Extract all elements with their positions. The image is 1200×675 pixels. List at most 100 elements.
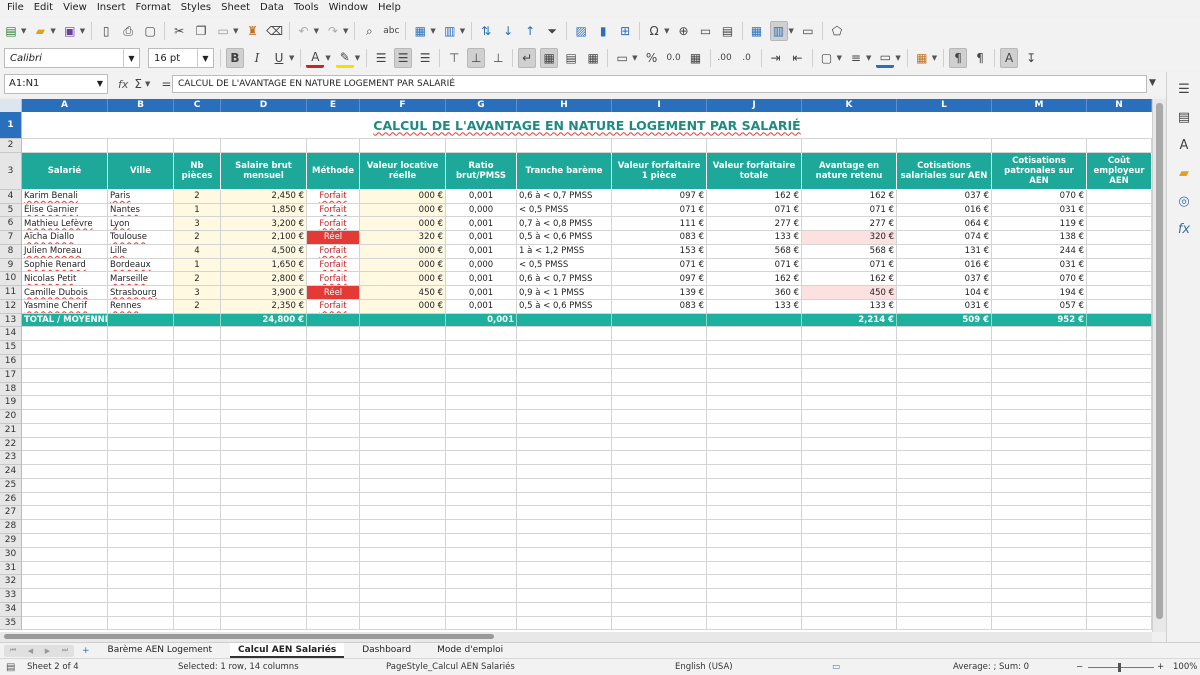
- cell[interactable]: [360, 478, 446, 493]
- cut-icon[interactable]: ✂: [170, 21, 188, 41]
- cell[interactable]: [612, 506, 707, 521]
- table-cell-vtot[interactable]: 071 €: [707, 203, 802, 218]
- table-cell-cout[interactable]: [1087, 217, 1152, 232]
- sort-icon[interactable]: ⇅: [477, 21, 495, 41]
- cell[interactable]: [517, 478, 612, 493]
- cell[interactable]: [612, 602, 707, 617]
- sort-descending-icon[interactable]: ↑: [521, 21, 539, 41]
- cell[interactable]: [221, 410, 307, 424]
- paste-dropdown-icon[interactable]: ▼: [233, 27, 238, 35]
- table-cell-city[interactable]: Lille: [108, 244, 174, 259]
- row-header[interactable]: 35: [0, 616, 22, 631]
- cell[interactable]: [612, 589, 707, 603]
- cell[interactable]: [897, 465, 992, 479]
- cell[interactable]: [707, 327, 802, 342]
- table-cell-band[interactable]: < 0,5 PMSS: [517, 258, 612, 273]
- total-cell[interactable]: 509 €: [897, 313, 992, 328]
- cell[interactable]: [108, 561, 174, 576]
- cell[interactable]: [707, 547, 802, 562]
- cell[interactable]: [221, 547, 307, 562]
- table-cell-rooms[interactable]: 1: [174, 258, 221, 273]
- cell[interactable]: [992, 547, 1087, 562]
- cell[interactable]: [22, 534, 108, 548]
- cell[interactable]: [707, 451, 802, 466]
- menu-insert[interactable]: Insert: [92, 0, 131, 16]
- conditional-dropdown-icon[interactable]: ▼: [932, 54, 937, 62]
- column-title[interactable]: Valeur forfaitaire 1 pièce: [612, 152, 707, 190]
- cell[interactable]: [22, 368, 108, 383]
- row-header[interactable]: 34: [0, 602, 22, 617]
- cell[interactable]: [802, 355, 897, 369]
- cell[interactable]: [802, 616, 897, 631]
- special-character-dropdown-icon[interactable]: ▼: [664, 27, 669, 35]
- cell[interactable]: [1087, 506, 1152, 521]
- cell[interactable]: [802, 451, 897, 466]
- cell[interactable]: [174, 341, 221, 355]
- align-right-icon[interactable]: ☰: [416, 48, 434, 68]
- cell[interactable]: [992, 327, 1087, 342]
- pivot-table-icon[interactable]: ⊞: [616, 21, 634, 41]
- cell[interactable]: [707, 355, 802, 369]
- hyperlink-icon[interactable]: ⊕: [675, 21, 693, 41]
- define-print-area-icon[interactable]: ▦: [748, 21, 766, 41]
- cell[interactable]: [612, 478, 707, 493]
- vertical-scrollbar[interactable]: [1152, 99, 1166, 632]
- row-header[interactable]: 6: [0, 217, 22, 232]
- cell[interactable]: [307, 355, 360, 369]
- cell[interactable]: [897, 423, 992, 438]
- cell[interactable]: [612, 561, 707, 576]
- table-cell-city[interactable]: Toulouse: [108, 231, 174, 245]
- cell[interactable]: [446, 437, 517, 452]
- table-cell-method[interactable]: Réel: [307, 286, 360, 300]
- cell[interactable]: [992, 341, 1087, 355]
- row-header[interactable]: 5: [0, 203, 22, 218]
- cell[interactable]: [992, 139, 1087, 153]
- cell[interactable]: [108, 382, 174, 397]
- cell[interactable]: [517, 382, 612, 397]
- table-cell-rental[interactable]: 000 €: [360, 189, 446, 204]
- cell[interactable]: [1087, 437, 1152, 452]
- cell[interactable]: [992, 368, 1087, 383]
- table-cell-name[interactable]: Mathieu Lefèvre: [22, 217, 108, 232]
- sheet-navigation-buttons[interactable]: ⏮ ◀ ▶ ⏭: [4, 644, 74, 657]
- cell[interactable]: [612, 382, 707, 397]
- column-title[interactable]: Coût employeur AEN: [1087, 152, 1152, 190]
- cell[interactable]: [221, 396, 307, 411]
- cell[interactable]: [307, 602, 360, 617]
- cell[interactable]: [517, 616, 612, 631]
- table-cell-salary[interactable]: 4,500 €: [221, 244, 307, 259]
- row-header[interactable]: 22: [0, 437, 22, 452]
- cell[interactable]: [108, 534, 174, 548]
- cell[interactable]: [446, 575, 517, 590]
- tab-dashboard[interactable]: Dashboard: [354, 643, 419, 658]
- spelling-icon[interactable]: abc: [382, 21, 400, 41]
- text-direction-vertical-icon[interactable]: ↧: [1022, 48, 1040, 68]
- cell[interactable]: [1087, 520, 1152, 535]
- cell[interactable]: [360, 506, 446, 521]
- cell[interactable]: [307, 410, 360, 424]
- row-header[interactable]: 21: [0, 423, 22, 438]
- cell[interactable]: [22, 410, 108, 424]
- clear-formatting-icon[interactable]: ⌫: [266, 21, 284, 41]
- table-cell-ratio[interactable]: 0,001: [446, 299, 517, 314]
- cell[interactable]: [446, 410, 517, 424]
- cell[interactable]: [612, 465, 707, 479]
- cell[interactable]: [802, 437, 897, 452]
- paste-icon[interactable]: ▭: [214, 21, 232, 41]
- text-direction-horizontal-icon[interactable]: A: [1000, 48, 1019, 68]
- conditional-format-icon[interactable]: ▦: [913, 48, 931, 68]
- table-cell-salary[interactable]: 1,850 €: [221, 203, 307, 218]
- total-cell[interactable]: [174, 313, 221, 328]
- cell[interactable]: [221, 355, 307, 369]
- cell[interactable]: [1087, 382, 1152, 397]
- cell[interactable]: [517, 589, 612, 603]
- table-cell-cp[interactable]: 138 €: [992, 231, 1087, 245]
- cell[interactable]: [221, 506, 307, 521]
- cell[interactable]: [517, 451, 612, 466]
- table-cell-cp[interactable]: 031 €: [992, 258, 1087, 273]
- table-cell-aen[interactable]: 071 €: [802, 203, 897, 218]
- table-cell-ratio[interactable]: 0,001: [446, 272, 517, 287]
- cell[interactable]: [707, 616, 802, 631]
- cell[interactable]: [221, 492, 307, 507]
- increase-indent-icon[interactable]: ⇥: [767, 48, 785, 68]
